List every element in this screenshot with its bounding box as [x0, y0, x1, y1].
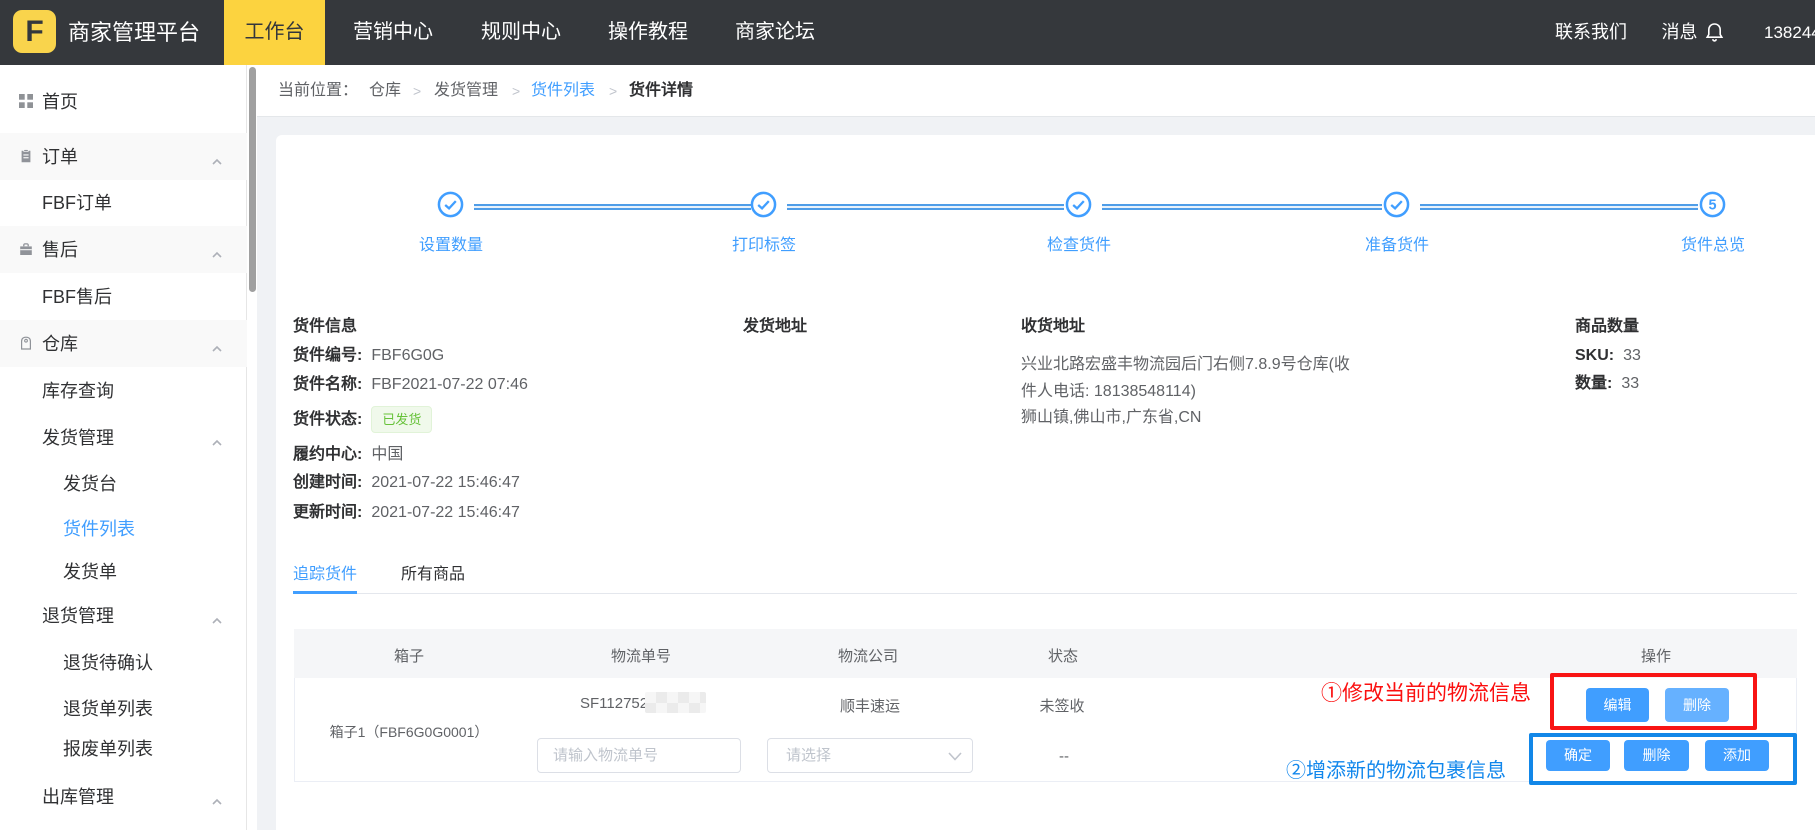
svg-text:5: 5	[1708, 197, 1716, 213]
